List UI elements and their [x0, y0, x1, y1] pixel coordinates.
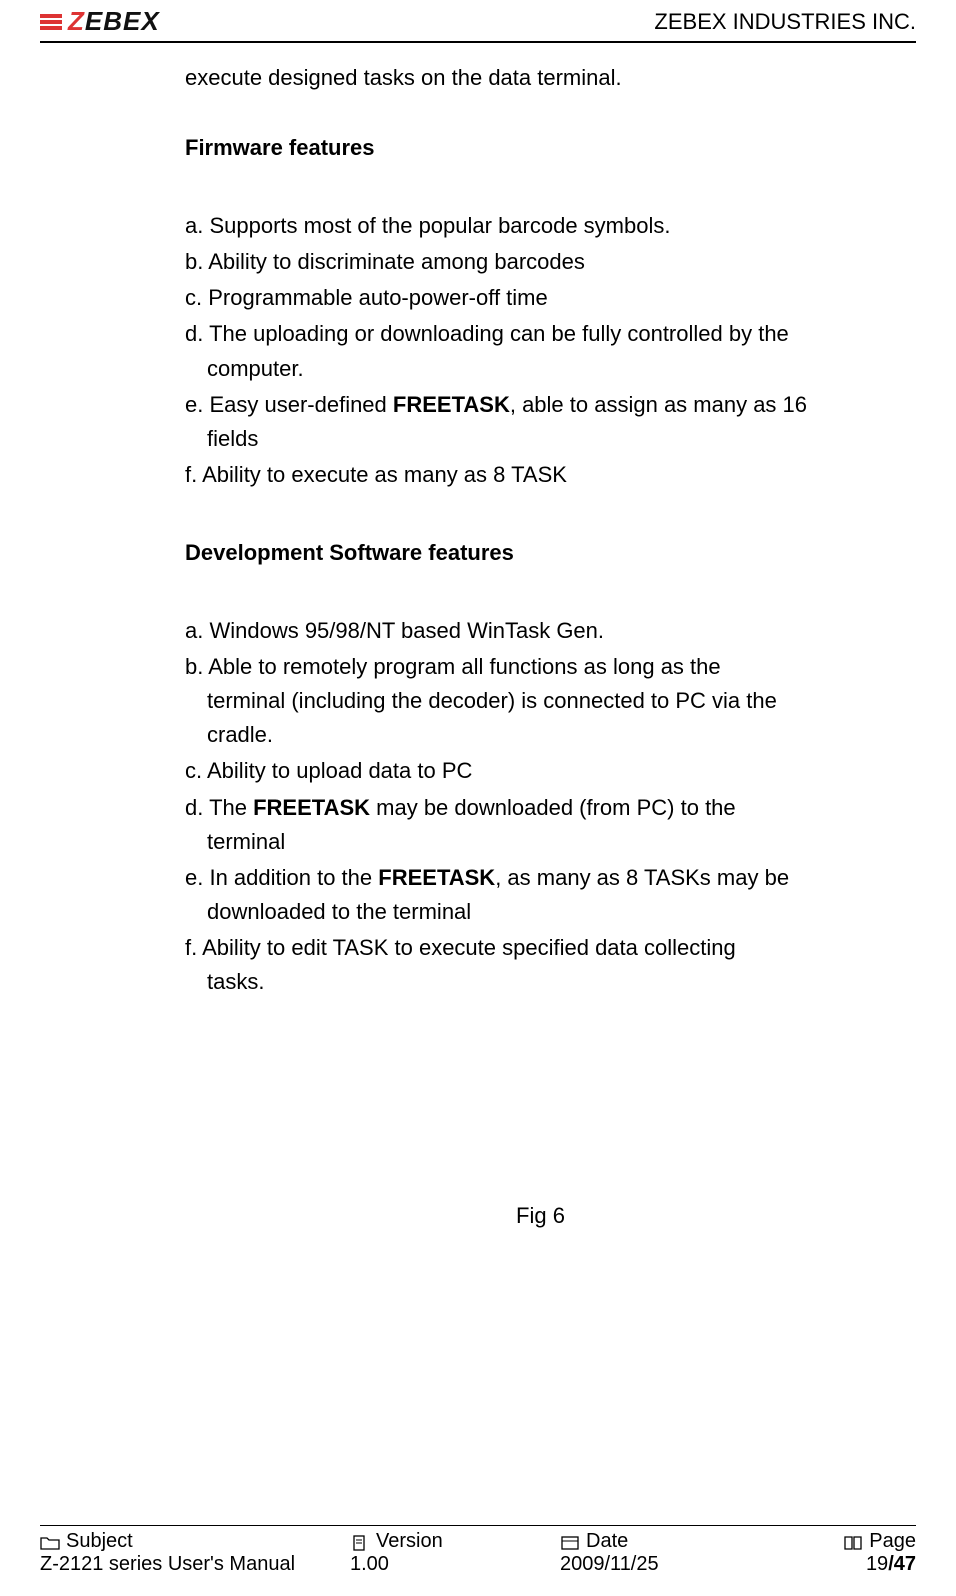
text-wrap: terminal (including the decoder) is conn…	[185, 684, 896, 718]
company-name: ZEBEX INDUSTRIES INC.	[654, 9, 916, 35]
footer-divider	[40, 1525, 916, 1526]
text-wrap: downloaded to the terminal	[185, 895, 896, 929]
text-wrap: tasks.	[185, 965, 896, 999]
label: Date	[586, 1530, 628, 1553]
logo-text-z: Z	[68, 6, 85, 37]
devsoft-item-c: c. Ability to upload data to PC	[185, 754, 896, 788]
brand-logo: ZEBEX	[40, 6, 160, 37]
footer-values-row: Z-2121 series User's Manual 1.00 2009/11…	[40, 1553, 916, 1576]
page-footer: Subject Version Date Page	[40, 1525, 916, 1576]
text-pre: d. The	[185, 795, 253, 820]
document-icon	[350, 1534, 370, 1550]
text: d. The uploading or downloading can be f…	[185, 321, 789, 346]
page-current: 19	[866, 1553, 888, 1576]
footer-label-date: Date	[560, 1530, 770, 1553]
folder-icon	[40, 1534, 60, 1550]
logo-text-rest: EBEX	[85, 6, 160, 37]
figure-label: Fig 6	[185, 1199, 896, 1233]
devsoft-item-a: a. Windows 95/98/NT based WinTask Gen.	[185, 614, 896, 648]
text-pre: e. Easy user-defined	[185, 392, 393, 417]
devsoft-item-b: b. Able to remotely program all function…	[185, 650, 896, 752]
text: f. Ability to edit TASK to execute speci…	[185, 935, 736, 960]
footer-value-version: 1.00	[350, 1553, 560, 1576]
text-bold: FREETASK	[378, 865, 495, 890]
header-divider	[40, 41, 916, 43]
text-post: , as many as 8 TASKs may be	[495, 865, 789, 890]
label: Subject	[66, 1530, 133, 1553]
main-content: execute designed tasks on the data termi…	[40, 61, 916, 1233]
page-header: ZEBEX ZEBEX INDUSTRIES INC.	[40, 0, 916, 41]
text-bold: FREETASK	[253, 795, 370, 820]
firmware-item-d: d. The uploading or downloading can be f…	[185, 317, 896, 385]
text-wrap: cradle.	[185, 718, 896, 752]
firmware-heading: Firmware features	[185, 131, 896, 165]
label: Page	[869, 1530, 916, 1553]
text-wrap: computer.	[185, 352, 896, 386]
label: Version	[376, 1530, 443, 1553]
footer-label-subject: Subject	[40, 1530, 350, 1553]
text-wrap: fields	[185, 422, 896, 456]
page-total: 47	[894, 1553, 916, 1576]
book-icon	[843, 1534, 863, 1550]
lead-text: execute designed tasks on the data termi…	[185, 61, 896, 95]
firmware-item-c: c. Programmable auto-power-off time	[185, 281, 896, 315]
firmware-item-a: a. Supports most of the popular barcode …	[185, 209, 896, 243]
devsoft-item-d: d. The FREETASK may be downloaded (from …	[185, 791, 896, 859]
footer-value-date: 2009/11/25	[560, 1553, 770, 1576]
firmware-item-f: f. Ability to execute as many as 8 TASK	[185, 458, 896, 492]
text-pre: e. In addition to the	[185, 865, 378, 890]
text-wrap: terminal	[185, 825, 896, 859]
footer-label-page: Page	[770, 1530, 916, 1553]
devsoft-item-e: e. In addition to the FREETASK, as many …	[185, 861, 896, 929]
calendar-icon	[560, 1534, 580, 1550]
devsoft-heading: Development Software features	[185, 536, 896, 570]
text: b. Able to remotely program all function…	[185, 654, 721, 679]
footer-label-version: Version	[350, 1530, 560, 1553]
text-bold: FREETASK	[393, 392, 510, 417]
footer-value-subject: Z-2121 series User's Manual	[40, 1553, 350, 1576]
devsoft-item-f: f. Ability to edit TASK to execute speci…	[185, 931, 896, 999]
text-post: , able to assign as many as 16	[510, 392, 807, 417]
footer-value-page: 19 / 47	[770, 1553, 916, 1576]
firmware-item-e: e. Easy user-defined FREETASK, able to a…	[185, 388, 896, 456]
footer-labels-row: Subject Version Date Page	[40, 1530, 916, 1553]
text-post: may be downloaded (from PC) to the	[370, 795, 736, 820]
firmware-item-b: b. Ability to discriminate among barcode…	[185, 245, 896, 279]
logo-bars-icon	[40, 12, 62, 32]
page: ZEBEX ZEBEX INDUSTRIES INC. execute desi…	[0, 0, 956, 1596]
